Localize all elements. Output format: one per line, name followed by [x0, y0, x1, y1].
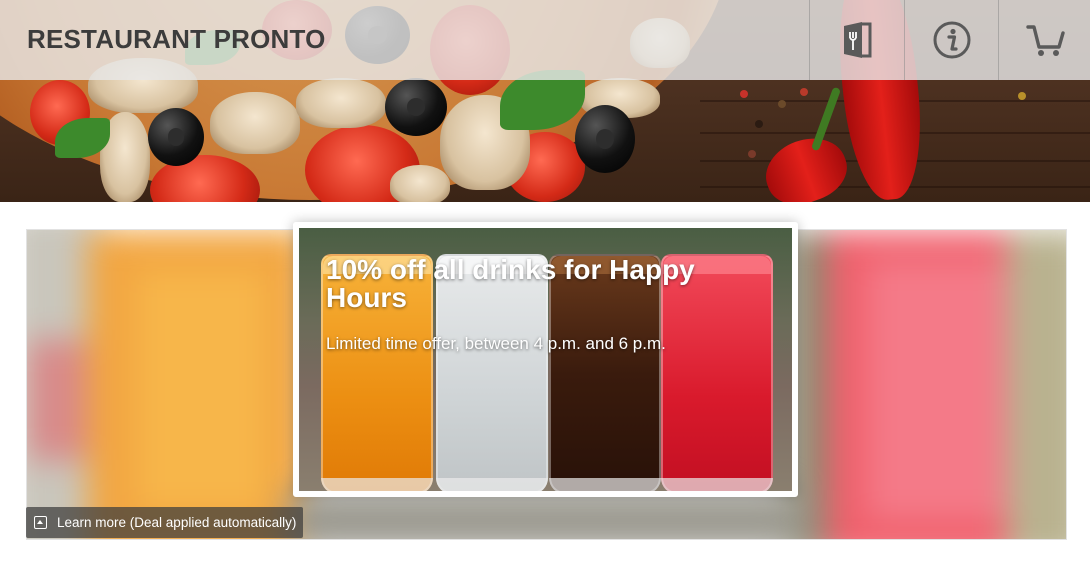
expand-up-icon — [34, 516, 47, 529]
learn-more-label: Learn more (Deal applied automatically) — [57, 515, 297, 530]
menu-book-icon — [843, 22, 871, 58]
info-button[interactable] — [904, 0, 998, 80]
promo-title: 10% off all drinks for Happy Hours — [326, 254, 695, 313]
menu-button[interactable] — [809, 0, 903, 80]
promo-card[interactable]: 10% off all drinks for Happy Hours Limit… — [293, 222, 798, 497]
learn-more-button[interactable]: Learn more (Deal applied automatically) — [26, 507, 303, 538]
promo-subtitle: Limited time offer, between 4 p.m. and 6… — [326, 334, 666, 353]
site-header: RESTAURANT PRONTO — [0, 0, 1090, 80]
cart-button[interactable] — [998, 0, 1090, 80]
info-icon — [933, 21, 970, 59]
restaurant-logo-text[interactable]: RESTAURANT PRONTO — [27, 24, 326, 55]
cart-icon — [1025, 25, 1065, 56]
